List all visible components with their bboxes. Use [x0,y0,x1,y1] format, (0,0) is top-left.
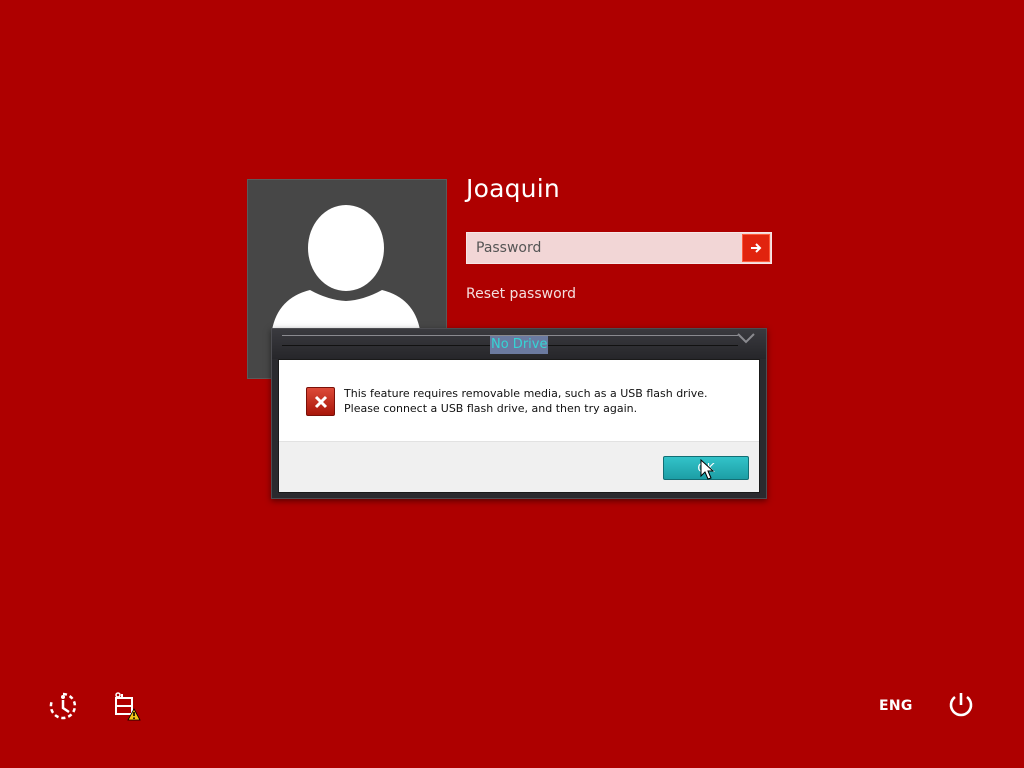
password-input[interactable] [467,233,739,263]
lock-screen: Joaquin Reset password No Drive This fea… [0,0,1024,768]
language-indicator[interactable]: ENG [879,698,913,714]
close-icon[interactable] [736,332,756,344]
ok-button[interactable]: OK [663,456,749,480]
ease-of-access-icon[interactable] [48,691,78,721]
dialog-body: This feature requires removable media, s… [278,359,760,493]
dialog-footer: OK [279,441,759,492]
password-field [466,232,772,264]
dialog-title: No Drive [490,336,549,354]
dialog-message: This feature requires removable media, s… [344,387,708,415]
network-warning-icon[interactable] [112,692,144,722]
reset-password-link[interactable]: Reset password [466,286,576,302]
username: Joaquin [466,174,560,203]
no-drive-dialog: No Drive This feature requires removable… [271,328,767,499]
arrow-right-icon [751,243,762,253]
dialog-titlebar: No Drive [272,329,766,359]
submit-button[interactable] [742,234,770,262]
power-icon[interactable] [946,690,976,720]
error-x-icon [306,387,335,416]
